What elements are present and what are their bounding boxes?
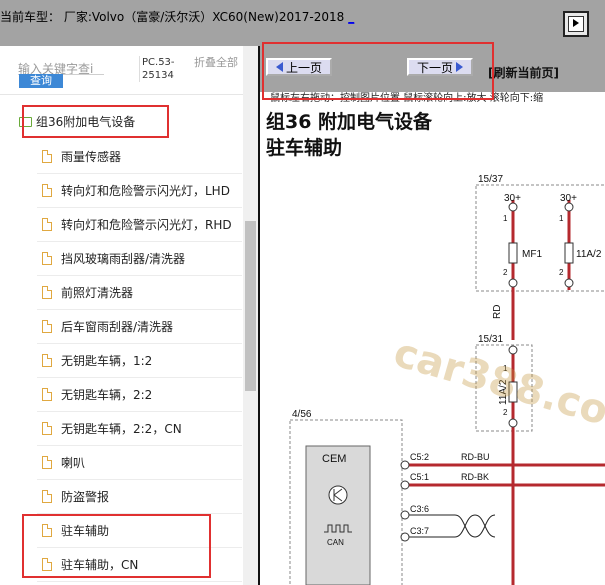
highlight-box-root [22, 105, 169, 138]
tree-item-label: 转向灯和危险警示闪光灯，LHD [61, 183, 230, 198]
label-30plus-b: 30+ [560, 193, 577, 204]
document-icon [42, 353, 52, 367]
label-c5-1: C5:1 [410, 472, 429, 482]
label-rd-bk: RD-BK [461, 472, 489, 482]
label-30plus-a: 30+ [504, 193, 521, 204]
tree-item-label: 喇叭 [61, 455, 86, 470]
pin-1b: 1 [559, 214, 564, 223]
collapse-all-button[interactable]: 折叠全部 [194, 56, 238, 69]
label-rd-bu: RD-BU [461, 452, 490, 462]
diagram-panel: 上一页 下一页 [刷新当前页] 鼠标左右拖动：控制图片位置 鼠标滚轮向上:放大 … [258, 46, 605, 585]
tree-item-label: 无钥匙车辆，1:2 [61, 353, 153, 368]
tree-item-label: 后车窗雨刮器/清洗器 [61, 319, 174, 334]
ground-symbol-icon [328, 485, 348, 505]
ref-15-37: 15/37 [478, 174, 503, 185]
tree-item[interactable]: 无钥匙车辆，2:2 [37, 377, 242, 412]
label-can: CAN [327, 538, 344, 547]
label-11a2-a: 11A/2 [576, 249, 602, 260]
document-icon [42, 251, 52, 265]
document-icon [42, 489, 52, 503]
document-icon [42, 387, 52, 401]
tree-item-label: 转向灯和危险警示闪光灯，RHD [61, 217, 232, 232]
ref-4-56: 4/56 [292, 409, 312, 420]
tree-item[interactable]: 前照灯清洗器 [37, 275, 242, 310]
label-mf1: MF1 [522, 249, 542, 260]
label-c3-7: C3:7 [410, 526, 429, 536]
document-icon [42, 421, 52, 435]
wiring-diagram[interactable]: 组36 附加电气设备 驻车辅助 15/37 15/31 4/56 30+ 30+… [258, 105, 605, 585]
pin-2a: 2 [503, 268, 508, 277]
label-c5-2: C5:2 [410, 452, 429, 462]
highlight-box-nav [262, 42, 494, 100]
document-icon [42, 455, 52, 469]
cem-module [305, 445, 371, 585]
tree-item[interactable]: 后车窗雨刮器/清洗器 [37, 309, 242, 344]
document-icon [42, 217, 52, 231]
top-bar: 当前车型： 厂家:Volvo（富豪/沃尔沃）XC60(New)2017-2018… [0, 0, 605, 46]
tree-item-label: 前照灯清洗器 [61, 285, 134, 300]
label-cem: CEM [322, 453, 346, 465]
tree-item[interactable]: 防盗警报 [37, 479, 242, 514]
tree-item[interactable]: 转向灯和危险警示闪光灯，RHD [37, 207, 242, 242]
document-icon [42, 285, 52, 299]
tree-item-label: 挡风玻璃雨刮器/清洗器 [61, 251, 186, 266]
vehicle-title-text: 当前车型： 厂家:Volvo（富豪/沃尔沃）XC60(New)2017-2018 [0, 10, 345, 24]
tree-item-label: 雨量传感器 [61, 149, 122, 164]
search-button[interactable]: 查询 [19, 74, 63, 88]
expand-panel-button[interactable] [563, 11, 589, 37]
tree-item[interactable]: 挡风玻璃雨刮器/清洗器 [37, 241, 242, 276]
play-icon [568, 16, 584, 32]
tree-item[interactable]: 无钥匙车辆，2:2，CN [37, 411, 242, 446]
fuse-11a2a [564, 242, 574, 264]
search-area: 输入关键字查i 查询 PC.53-25134 折叠全部 [0, 46, 258, 95]
twisted-pair-2 [474, 514, 496, 538]
pin-2b: 2 [559, 268, 564, 277]
fuse-box-15-37 [475, 184, 605, 292]
document-icon [42, 183, 52, 197]
document-icon [42, 319, 52, 333]
pin-2c: 2 [503, 408, 508, 417]
tree-item[interactable]: 喇叭 [37, 445, 242, 480]
tree-item[interactable]: 无钥匙车辆，1:2 [37, 343, 242, 378]
ref-15-31: 15/31 [478, 334, 503, 345]
scrollbar-thumb[interactable] [245, 221, 256, 391]
tree-item[interactable]: 雨量传感器 [37, 139, 242, 174]
twisted-pair-1 [454, 514, 476, 538]
label-rd: RD [492, 305, 503, 319]
tree-scrollbar[interactable] [243, 46, 258, 585]
refresh-page-link[interactable]: [刷新当前页] [488, 64, 559, 81]
label-c3-6: C3:6 [410, 504, 429, 514]
tree-item[interactable]: 转向灯和危险警示闪光灯，LHD [37, 173, 242, 208]
tree-item-label: 无钥匙车辆，2:2，CN [61, 421, 182, 436]
tree-item-label: 无钥匙车辆，2:2 [61, 387, 153, 402]
vehicle-title: 当前车型： 厂家:Volvo（富豪/沃尔沃）XC60(New)2017-2018… [0, 8, 354, 25]
vehicle-title-link[interactable]: _ [348, 10, 354, 24]
tree-item-label: 防盗警报 [61, 489, 110, 504]
pin-1a: 1 [503, 214, 508, 223]
document-code: PC.53-25134 [139, 56, 190, 82]
highlight-box-parking-aid [22, 514, 211, 578]
document-icon [42, 149, 52, 163]
fuse-mf1 [508, 242, 518, 264]
